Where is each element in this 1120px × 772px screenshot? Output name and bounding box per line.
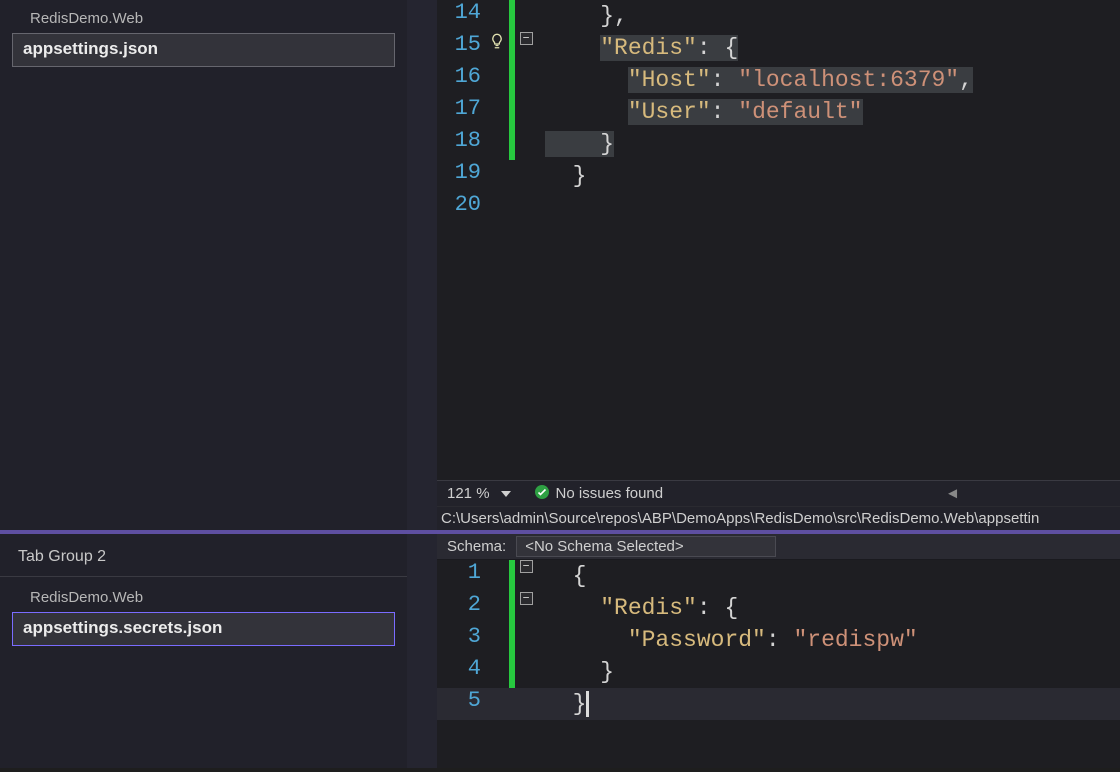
change-marker bbox=[509, 0, 515, 32]
code-text: "Redis": { bbox=[537, 592, 738, 624]
change-marker bbox=[509, 688, 515, 720]
zoom-dropdown-icon[interactable] bbox=[498, 486, 514, 502]
tab-group-header[interactable]: Tab Group 2 bbox=[0, 540, 407, 577]
editor-bottom: Schema: <No Schema Selected> 1 − { 2 − bbox=[407, 534, 1120, 768]
code-line[interactable]: 3 "Password": "redispw" bbox=[437, 624, 1120, 656]
editor-top: 14 }, 15 − "Redis": { 16 bbox=[407, 0, 1120, 530]
editor-top-code[interactable]: 14 }, 15 − "Redis": { 16 bbox=[437, 0, 1120, 480]
file-path: C:\Users\admin\Source\repos\ABP\DemoApps… bbox=[437, 506, 1120, 530]
schema-label: Schema: bbox=[437, 538, 516, 555]
line-number: 2 bbox=[437, 592, 485, 617]
change-marker bbox=[509, 160, 515, 192]
schema-bar: Schema: <No Schema Selected> bbox=[437, 534, 1120, 560]
issues-text: No issues found bbox=[556, 485, 664, 502]
top-pane: RedisDemo.Web appsettings.json 14 }, 15 bbox=[0, 0, 1120, 534]
sidebar-top: RedisDemo.Web appsettings.json bbox=[0, 0, 407, 530]
line-number: 16 bbox=[437, 64, 485, 89]
line-number: 5 bbox=[437, 688, 485, 713]
code-line[interactable]: 18 } bbox=[437, 128, 1120, 160]
project-crumb-bottom[interactable]: RedisDemo.Web bbox=[12, 585, 395, 612]
code-line[interactable]: 20 bbox=[437, 192, 1120, 224]
bottom-pane: Tab Group 2 RedisDemo.Web appsettings.se… bbox=[0, 534, 1120, 768]
change-marker bbox=[509, 64, 515, 96]
file-tab-appsettings-secrets[interactable]: appsettings.secrets.json bbox=[12, 612, 395, 646]
code-text: { bbox=[537, 560, 586, 592]
editor-top-status: 121 % No issues found ◄ bbox=[437, 480, 1120, 506]
line-number: 1 bbox=[437, 560, 485, 585]
line-number: 4 bbox=[437, 656, 485, 681]
fold-toggle[interactable]: − bbox=[515, 32, 537, 45]
editor-bottom-code[interactable]: 1 − { 2 − "Redis": { 3 bbox=[437, 560, 1120, 768]
code-text: "Redis": { bbox=[537, 32, 738, 64]
schema-dropdown[interactable]: <No Schema Selected> bbox=[516, 536, 776, 557]
code-line[interactable]: 15 − "Redis": { bbox=[437, 32, 1120, 64]
check-circle-icon bbox=[534, 484, 550, 504]
scroll-left-icon[interactable]: ◄ bbox=[945, 485, 1120, 502]
project-crumb-top[interactable]: RedisDemo.Web bbox=[12, 6, 395, 33]
code-text: "User": "default" bbox=[537, 96, 863, 128]
change-marker bbox=[509, 656, 515, 688]
code-line[interactable]: 16 "Host": "localhost:6379", bbox=[437, 64, 1120, 96]
code-line[interactable]: 1 − { bbox=[437, 560, 1120, 592]
issues-indicator[interactable]: No issues found bbox=[524, 484, 664, 504]
code-text: } bbox=[537, 656, 614, 688]
code-text: } bbox=[537, 160, 586, 192]
change-marker bbox=[509, 192, 515, 224]
lightbulb-icon[interactable] bbox=[485, 32, 509, 50]
code-line[interactable]: 4 } bbox=[437, 656, 1120, 688]
code-text: "Password": "redispw" bbox=[537, 624, 918, 656]
zoom-level[interactable]: 121 % bbox=[437, 485, 496, 502]
line-number: 20 bbox=[437, 192, 485, 217]
change-marker bbox=[509, 96, 515, 128]
code-line[interactable]: 2 − "Redis": { bbox=[437, 592, 1120, 624]
line-number: 3 bbox=[437, 624, 485, 649]
code-line[interactable]: 19 } bbox=[437, 160, 1120, 192]
file-tab-appsettings[interactable]: appsettings.json bbox=[12, 33, 395, 67]
code-text: } bbox=[537, 688, 589, 720]
code-text: } bbox=[537, 128, 614, 160]
line-number: 15 bbox=[437, 32, 485, 57]
change-marker bbox=[509, 624, 515, 656]
code-line[interactable]: 17 "User": "default" bbox=[437, 96, 1120, 128]
change-marker bbox=[509, 128, 515, 160]
sidebar-bottom: Tab Group 2 RedisDemo.Web appsettings.se… bbox=[0, 534, 407, 768]
line-number: 18 bbox=[437, 128, 485, 153]
line-number: 17 bbox=[437, 96, 485, 121]
line-number: 14 bbox=[437, 0, 485, 25]
fold-toggle[interactable]: − bbox=[515, 592, 537, 605]
code-text: }, bbox=[537, 0, 628, 32]
code-line[interactable]: 14 }, bbox=[437, 0, 1120, 32]
code-text: "Host": "localhost:6379", bbox=[537, 64, 973, 96]
fold-toggle[interactable]: − bbox=[515, 560, 537, 573]
line-number: 19 bbox=[437, 160, 485, 185]
code-line[interactable]: 5 } bbox=[437, 688, 1120, 720]
